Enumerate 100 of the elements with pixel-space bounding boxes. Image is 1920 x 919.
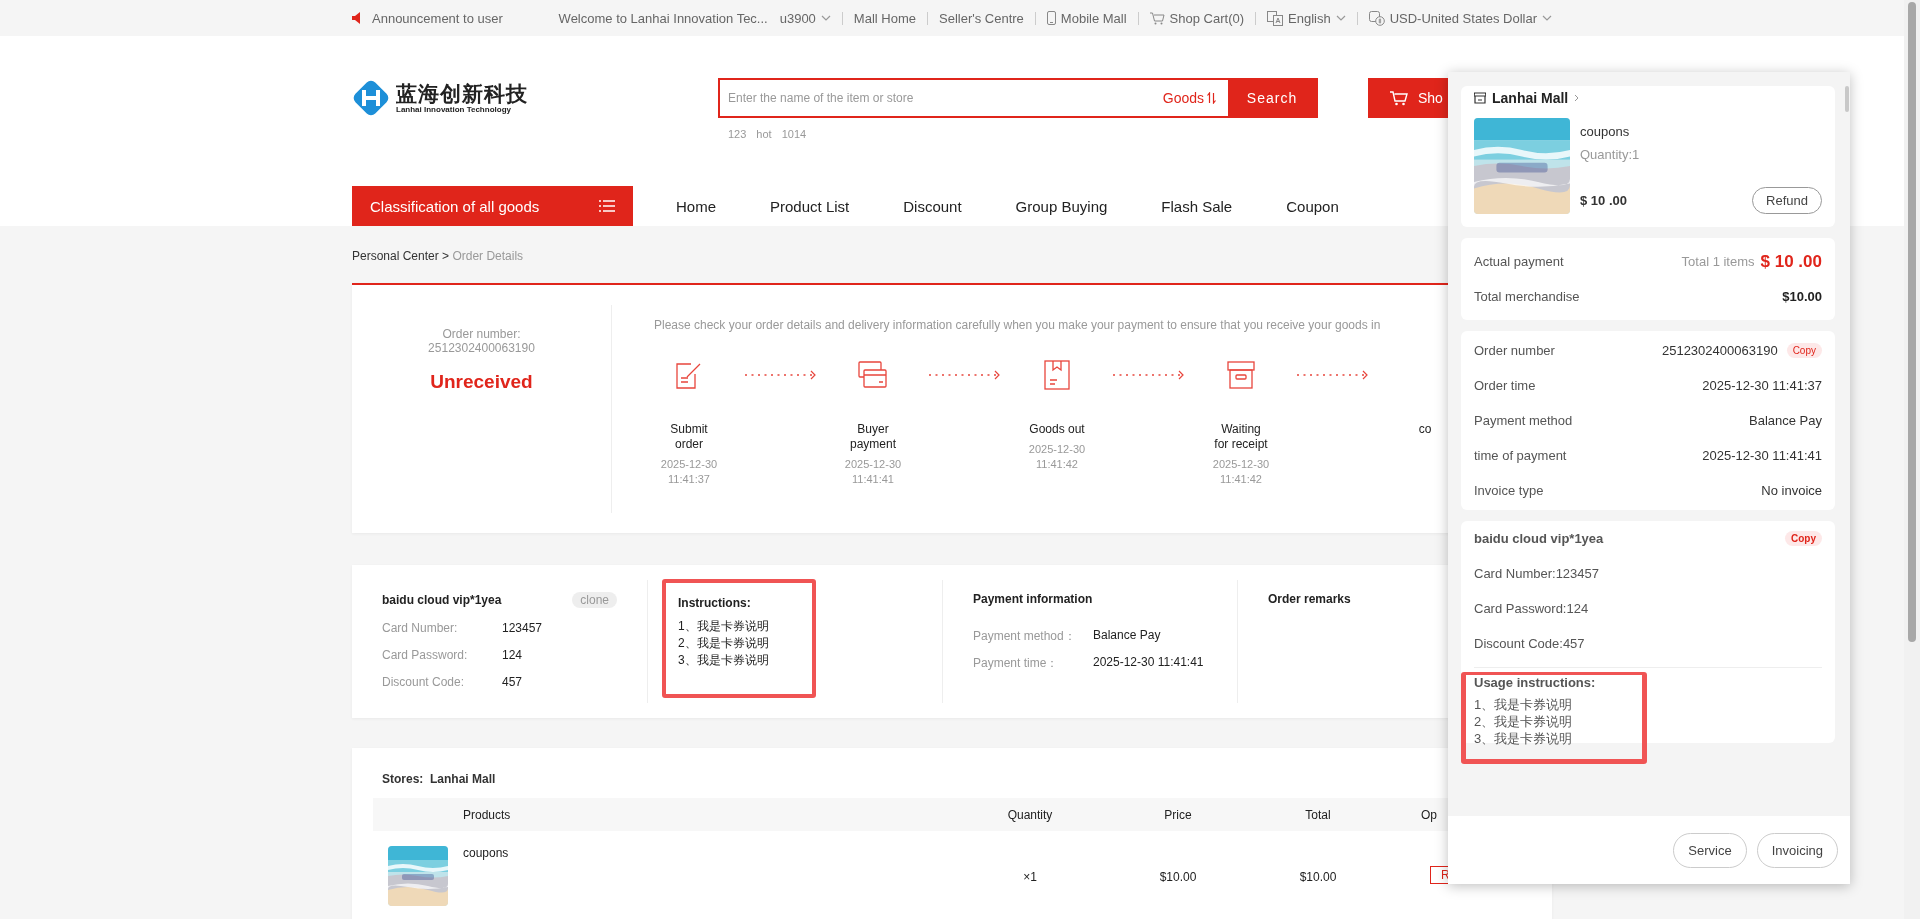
store-name: Lanhai Mall [430, 772, 496, 786]
column-header: Price [1163, 807, 1193, 822]
nav-link[interactable]: Discount [903, 197, 962, 215]
field-label: Card Password: [382, 648, 469, 662]
hot-word-link[interactable]: hot [756, 128, 772, 140]
step-label: Goods out [1029, 422, 1085, 437]
column-header: Quantity [1006, 807, 1054, 822]
cards-icon [858, 361, 888, 389]
step-label: Buyer payment [849, 422, 897, 452]
nav-link[interactable]: Flash Sale [1161, 197, 1233, 215]
cart-link[interactable]: Shop Cart(0) [1149, 10, 1244, 26]
mobile-link[interactable]: Mobile Mall [1046, 10, 1127, 26]
dotted-arrow [929, 370, 1001, 380]
summary-label: Actual payment [1474, 254, 1564, 269]
refund-button[interactable]: Refund [1752, 187, 1822, 214]
field-label: Card Number: [382, 621, 459, 635]
detail-label: time of payment [1474, 448, 1567, 463]
footer-button[interactable]: Invoicing [1756, 832, 1838, 868]
step-time: 2025-12-30 11:41:37 [659, 457, 719, 487]
nav-link[interactable]: Group Buying [1015, 197, 1108, 215]
top-link[interactable]: Mall Home [853, 10, 916, 26]
summary-label: Total merchandise [1474, 289, 1580, 304]
step-time: 2025-12-30 11:41:41 [843, 457, 903, 487]
detail-value: No invoice [1761, 483, 1822, 498]
breadcrumb-current: Order Details [452, 249, 524, 263]
dotted-arrow [745, 370, 817, 380]
language-selector[interactable]: English [1267, 10, 1346, 26]
clone-badge: clone [572, 592, 617, 608]
card-title: baidu cloud vip*1yea [1474, 531, 1604, 546]
usage-line: 2、我是卡券说明 [1474, 713, 1574, 730]
usage-title: Usage instructions: [1474, 675, 1597, 690]
translate-icon [1267, 10, 1283, 26]
field-value: Balance Pay [1093, 628, 1161, 644]
detail-label: Invoice type [1474, 483, 1544, 498]
instructions-title: Instructions: [678, 596, 751, 610]
dotted-arrow [1297, 370, 1369, 380]
card-line: Card Password:124 [1474, 601, 1590, 616]
currency-selector[interactable]: USD-United States Dollar [1368, 10, 1553, 26]
category-button[interactable]: Classification of all goods [352, 186, 633, 226]
nav-link[interactable]: Product List [770, 197, 850, 215]
instruction-line: 3、我是卡券说明 [678, 652, 770, 669]
welcome-text: Welcome to Lanhai Innovation Tec... [558, 10, 768, 26]
usage-line: 1、我是卡券说明 [1474, 696, 1574, 713]
step-time: 2025-12-30 11:41:42 [1211, 457, 1271, 487]
search-scope-selector[interactable]: Goods [1162, 90, 1228, 106]
copy-button[interactable]: Copy [1785, 531, 1822, 546]
nav-link[interactable]: Coupon [1286, 197, 1339, 215]
hot-word-link[interactable]: 1014 [781, 128, 807, 140]
detail-label: Order number [1474, 343, 1555, 358]
currency-icon [1368, 10, 1385, 26]
menu-icon [599, 200, 615, 212]
field-value: 123457 [502, 621, 543, 635]
store-name[interactable]: Lanhai Mall [1492, 90, 1569, 106]
search-button[interactable]: Search [1228, 79, 1316, 117]
field-label: Payment method： [973, 628, 1077, 645]
order-status: Unreceived [430, 371, 533, 393]
announcement-link[interactable]: Announcement to user [372, 10, 503, 26]
detail-label: Payment method [1474, 413, 1573, 428]
step-label: Waiting for receipt [1213, 422, 1269, 452]
order-number: 2512302400063190 [427, 341, 536, 355]
detail-value: Balance Pay [1749, 413, 1822, 428]
footer-button[interactable]: Service [1673, 832, 1747, 868]
field-value: 457 [502, 675, 523, 689]
column-header: Total [1304, 807, 1332, 822]
nav-link[interactable]: Home [676, 197, 716, 215]
field-value: 2025-12-30 11:41:41 [1093, 655, 1204, 671]
dotted-arrow [1113, 370, 1185, 380]
step-label: Submit order [669, 422, 709, 452]
breadcrumb-separator: > [442, 249, 450, 263]
column-header: Op [1420, 807, 1437, 822]
logo-subtitle: Lanhai Innovation Technology [396, 104, 511, 114]
detail-value: 2025-12-30 11:41:41 [1702, 448, 1822, 463]
store-label: Stores: [382, 772, 424, 786]
top-link[interactable]: Seller's Centre [939, 10, 1024, 26]
step-label: co [1417, 422, 1433, 437]
breadcrumb-link[interactable]: Personal Center [352, 249, 439, 263]
card-title: baidu cloud vip*1yea [382, 593, 502, 607]
card-line: Discount Code:457 [1474, 636, 1586, 651]
item-quantity: Quantity:1 [1580, 147, 1641, 162]
chevron-down-icon [820, 15, 831, 21]
product-name[interactable]: coupons [463, 846, 509, 906]
item-price: $ 10 .00 [1580, 193, 1627, 208]
user-menu[interactable]: u3900 [779, 10, 831, 26]
cart-icon [1390, 90, 1408, 106]
logo-title: 蓝海创新科技 [396, 82, 528, 105]
archive-icon [1227, 361, 1255, 389]
chevron-down-icon [1542, 15, 1553, 21]
phone-icon [1046, 11, 1056, 25]
column-header: Products [462, 807, 512, 822]
item-name: coupons [1580, 124, 1631, 139]
table-cell-text: $10.00 [1298, 869, 1338, 886]
search-field[interactable]: Enter the name of the item or store Goods Search [718, 78, 1318, 118]
field-value: 124 [502, 648, 523, 662]
step-time: 2025-12-30 11:41:42 [1027, 442, 1087, 472]
cart-icon [1149, 11, 1165, 25]
instruction-line: 2、我是卡券说明 [678, 635, 770, 652]
cart-button[interactable]: Sho [1368, 78, 1448, 118]
hot-word-link[interactable]: 123 [728, 128, 747, 140]
copy-button[interactable]: Copy [1786, 343, 1822, 358]
detail-value: 2025-12-30 11:41:37 [1702, 378, 1822, 393]
